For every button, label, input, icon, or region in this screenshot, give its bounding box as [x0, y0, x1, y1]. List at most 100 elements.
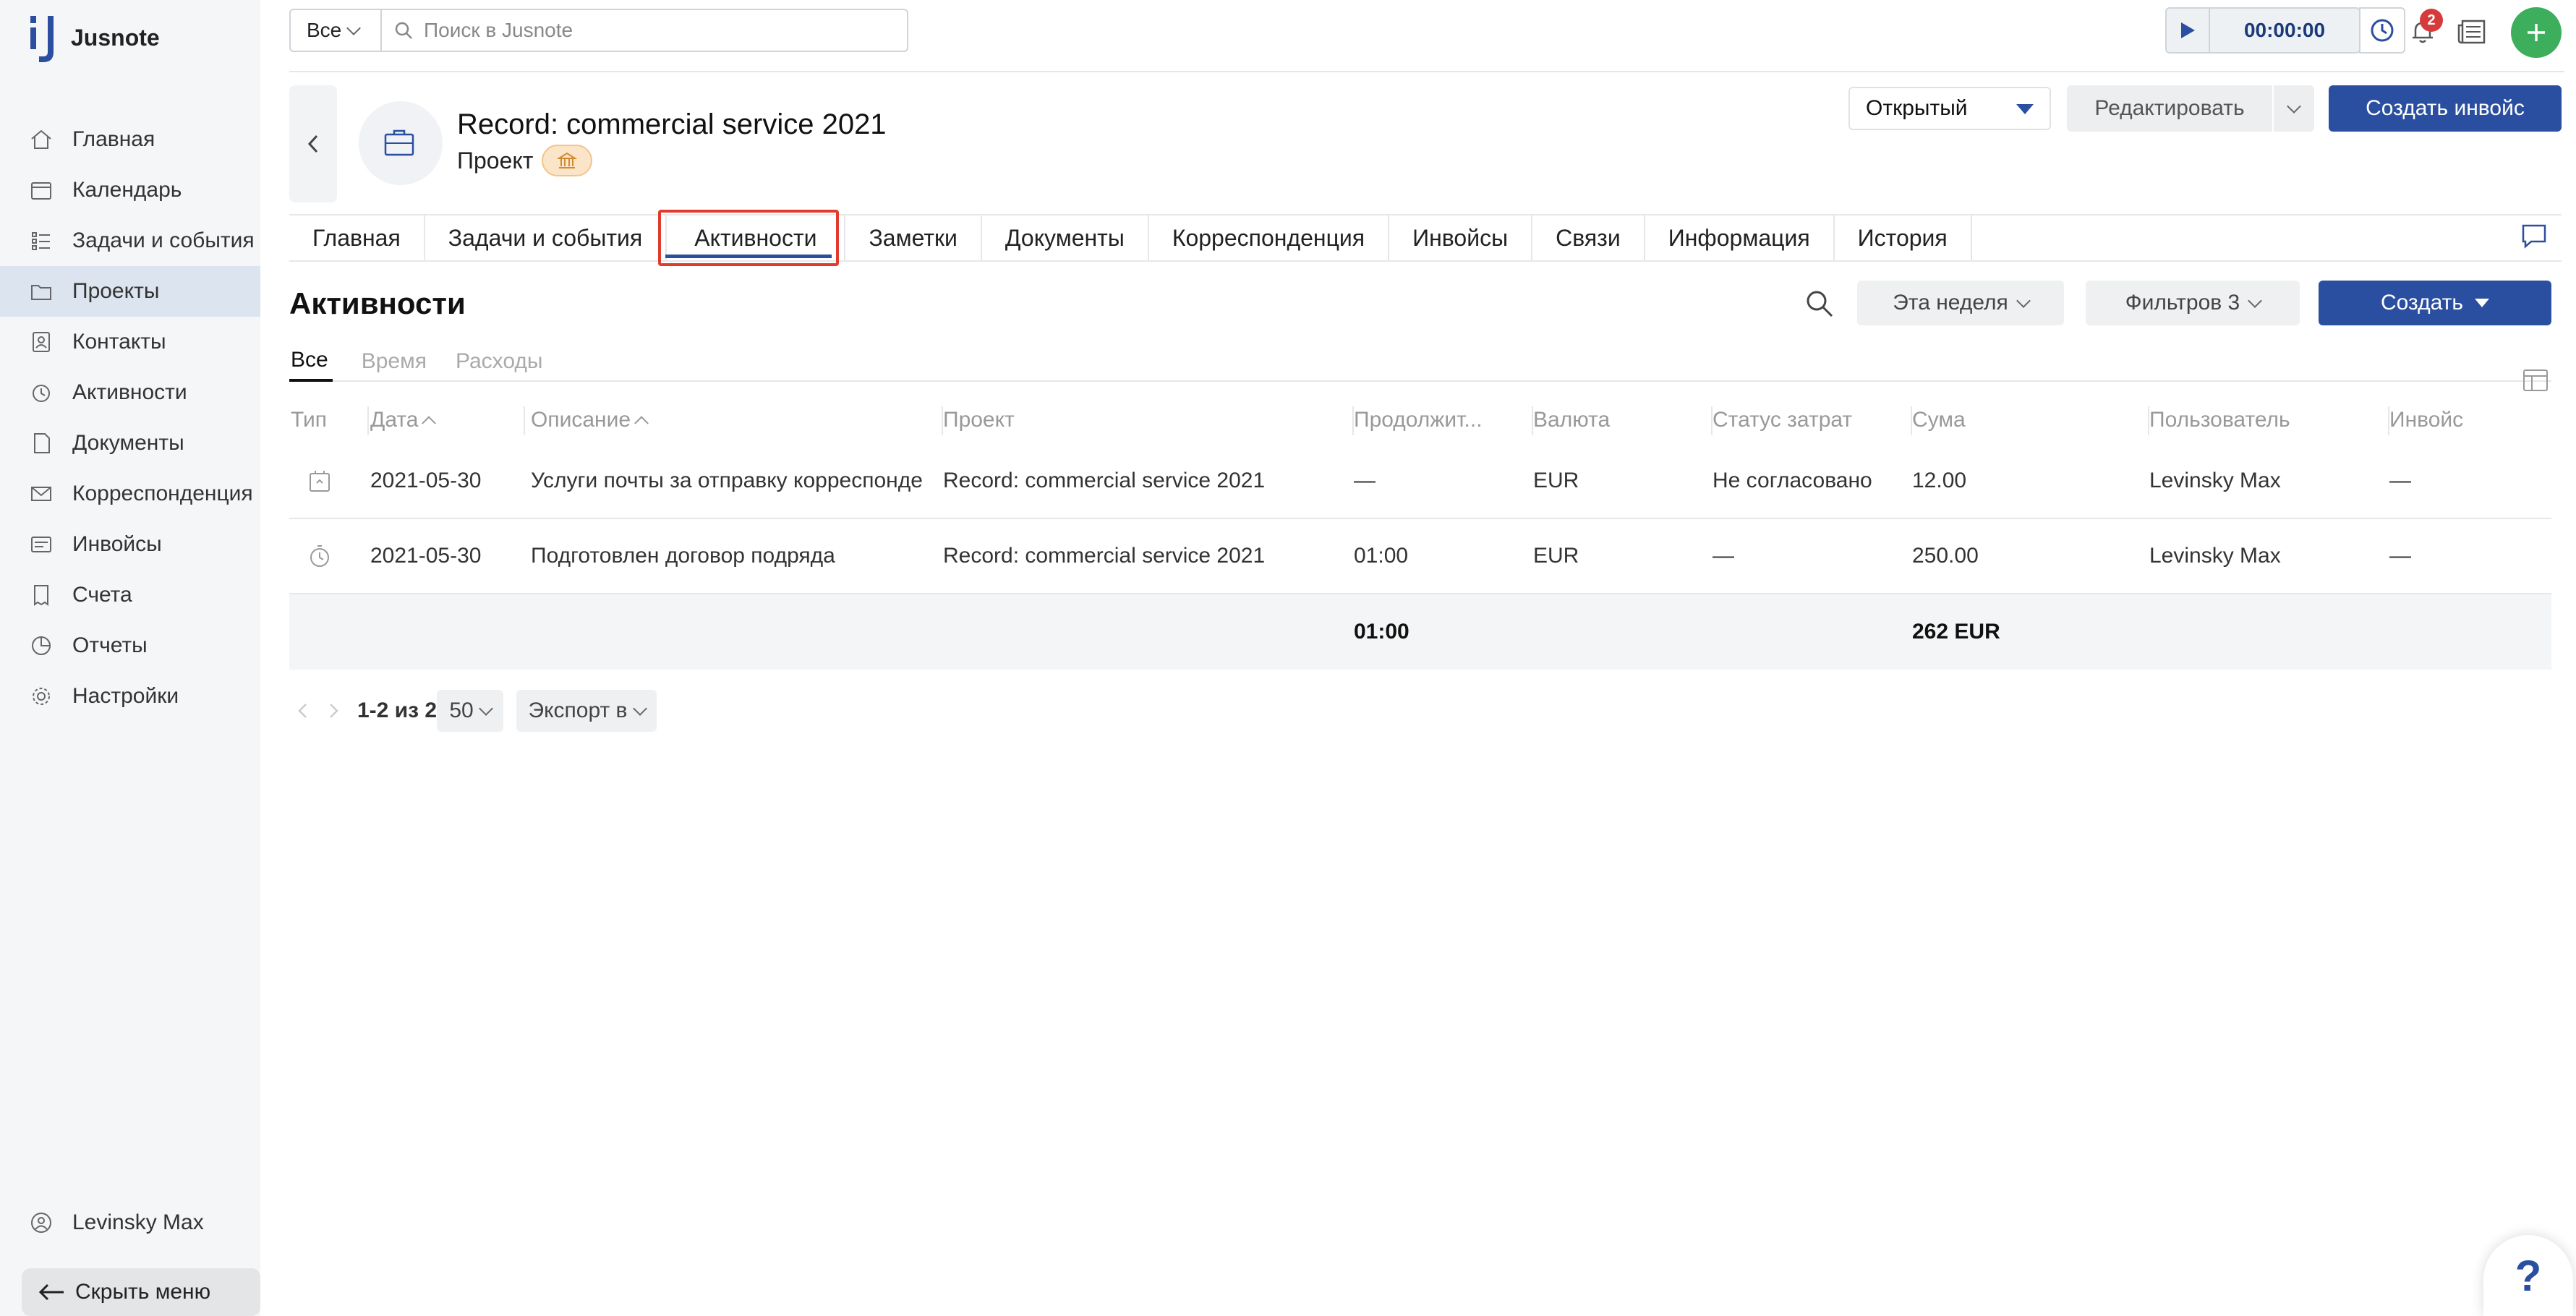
tab-tasks-events[interactable]: Задачи и события [425, 215, 668, 260]
sidebar-item-calendar[interactable]: Календарь [0, 165, 260, 215]
search-input[interactable]: Поиск в Jusnote [380, 9, 908, 52]
sidebar-item-documents[interactable]: Документы [0, 418, 260, 469]
timer-widget: 00:00:00 [2165, 7, 2360, 54]
column-header-duration[interactable]: Продолжит... [1354, 396, 1533, 444]
sidebar-item-bills[interactable]: Счета [0, 570, 260, 620]
sidebar-item-activities[interactable]: Активности [0, 367, 260, 418]
sidebar-item-reports[interactable]: Отчеты [0, 620, 260, 671]
sidebar-item-tasks[interactable]: Задачи и события [0, 215, 260, 266]
column-header-cost-status[interactable]: Статус затрат [1713, 396, 1912, 444]
tab-invoices[interactable]: Инвойсы [1389, 215, 1533, 260]
period-filter-button[interactable]: Эта неделя [1857, 281, 2064, 325]
sidebar-item-projects[interactable]: Проекты [0, 266, 260, 317]
table-row[interactable]: 2021-05-30 Подготовлен договор подряда R… [289, 519, 2551, 594]
search-placeholder: Поиск в Jusnote [424, 19, 573, 41]
timer-history-button[interactable] [2359, 7, 2405, 54]
chevron-left-icon [307, 134, 318, 153]
logo[interactable]: Jusnote [29, 12, 160, 64]
create-invoice-button[interactable]: Создать инвойс [2329, 85, 2562, 132]
page-size-select[interactable]: 50 [437, 690, 503, 732]
sidebar-item-label: Активности [72, 380, 187, 404]
tab-notes[interactable]: Заметки [844, 215, 982, 260]
filters-button[interactable]: Фильтров 3 [2086, 281, 2300, 325]
sidebar-item-label: Задачи и события [72, 228, 255, 252]
column-header-date[interactable]: Дата [370, 396, 525, 444]
chevron-down-icon [478, 701, 493, 716]
news-button[interactable] [2450, 10, 2494, 54]
subtab-time[interactable]: Время [362, 341, 427, 382]
tab-information[interactable]: Информация [1645, 215, 1835, 260]
sidebar-item-home[interactable]: Главная [0, 114, 260, 165]
quick-add-button[interactable] [2511, 7, 2562, 58]
timer-play-button[interactable] [2167, 9, 2210, 52]
hide-menu-label: Скрыть меню [75, 1280, 211, 1304]
column-header-sum[interactable]: Сума [1912, 396, 2149, 444]
edit-dropdown-button[interactable] [2274, 85, 2314, 132]
search-icon[interactable] [1804, 288, 1835, 320]
tab-correspondence[interactable]: Корреспонденция [1149, 215, 1390, 260]
row-description[interactable]: Подготовлен договор подряда [531, 519, 936, 593]
sidebar-item-correspondence[interactable]: Корреспонденция [0, 469, 260, 519]
home-icon [31, 129, 51, 149]
search-scope-select[interactable]: Все [289, 9, 382, 52]
column-header-description[interactable]: Описание [531, 396, 943, 444]
column-header-type: Тип [291, 396, 369, 444]
comment-icon[interactable] [2520, 221, 2549, 250]
sidebar-item-label: Настройки [72, 684, 179, 708]
project-status-select[interactable]: Открытый [1848, 87, 2051, 130]
sidebar-item-label: Главная [72, 127, 155, 151]
row-date: 2021-05-30 [370, 544, 482, 568]
reports-icon [32, 636, 51, 655]
table-row[interactable]: 2021-05-30 Услуги почты за отправку корр… [289, 444, 2551, 519]
back-button[interactable] [289, 85, 337, 202]
subtab-all[interactable]: Все [289, 341, 333, 382]
caret-down-icon [2475, 299, 2489, 307]
row-description[interactable]: Услуги почты за отправку корреспонде [531, 444, 936, 518]
period-filter-label: Эта неделя [1893, 291, 2008, 315]
caret-down-icon [2016, 104, 2034, 114]
column-header-user[interactable]: Пользователь [2149, 396, 2389, 444]
row-date: 2021-05-30 [370, 469, 482, 492]
row-duration: 01:00 [1354, 544, 1409, 568]
row-project[interactable]: Record: commercial service 2021 [943, 519, 1348, 593]
chevron-left-icon[interactable] [292, 700, 314, 722]
project-type-label: Проект [457, 147, 534, 174]
create-activity-button[interactable]: Создать [2319, 281, 2551, 325]
user-icon [31, 1213, 51, 1233]
sort-asc-icon [634, 416, 649, 431]
column-header-project[interactable]: Проект [943, 396, 1354, 444]
help-button[interactable]: ? [2483, 1235, 2573, 1316]
plus-icon [2528, 24, 2545, 41]
columns-settings-icon[interactable] [2521, 366, 2550, 395]
row-currency: EUR [1533, 544, 1579, 568]
jusnote-logo-icon [30, 16, 54, 62]
column-header-invoice[interactable]: Инвойс [2389, 396, 2551, 444]
user-profile[interactable]: Levinsky Max [29, 1210, 204, 1235]
export-button[interactable]: Экспорт в [516, 690, 657, 732]
row-invoice: — [2389, 469, 2411, 492]
table-header: Тип Дата Описание Проект Продолжит... Ва… [289, 396, 2551, 444]
tab-history[interactable]: История [1835, 215, 1972, 260]
chevron-down-icon [2248, 294, 2263, 308]
sidebar-item-invoices[interactable]: Инвойсы [0, 519, 260, 570]
contacts-icon [33, 332, 50, 352]
row-cost-status: — [1713, 544, 1734, 568]
sidebar-item-contacts[interactable]: Контакты [0, 317, 260, 367]
row-project[interactable]: Record: commercial service 2021 [943, 444, 1348, 518]
hide-menu-button[interactable]: Скрыть меню [22, 1268, 260, 1316]
column-header-currency[interactable]: Валюта [1533, 396, 1713, 444]
row-currency: EUR [1533, 469, 1579, 492]
gear-icon [33, 688, 50, 705]
tab-main[interactable]: Главная [289, 215, 425, 260]
chevron-right-icon[interactable] [323, 700, 344, 722]
tab-documents[interactable]: Документы [982, 215, 1149, 260]
sidebar-item-label: Календарь [72, 178, 182, 202]
subtab-expenses[interactable]: Расходы [456, 341, 542, 382]
row-duration: — [1354, 469, 1376, 492]
sidebar-item-settings[interactable]: Настройки [0, 671, 260, 722]
column-header-label: Инвойс [2389, 408, 2464, 432]
tab-links[interactable]: Связи [1532, 215, 1645, 260]
expense-icon [310, 471, 330, 492]
activity-type-tabs: Все Время Расходы [289, 341, 2551, 382]
edit-button[interactable]: Редактировать [2067, 85, 2272, 132]
